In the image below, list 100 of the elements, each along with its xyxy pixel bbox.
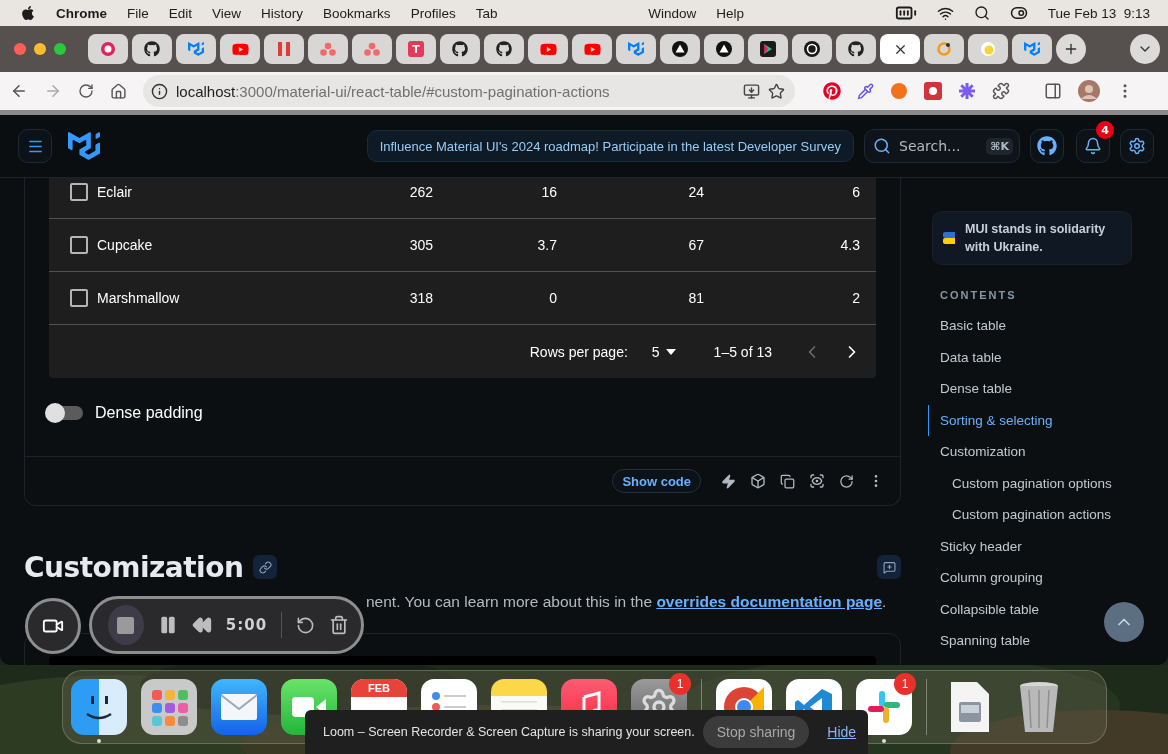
extension-icon[interactable] [924, 82, 942, 100]
hide-link[interactable]: Hide [827, 724, 857, 740]
dense-padding-switch[interactable] [47, 406, 83, 420]
star-icon[interactable] [768, 82, 785, 100]
control-center-icon[interactable] [1009, 4, 1028, 22]
browser-tab[interactable] [836, 34, 876, 64]
table-cell-text: 81 [687, 290, 704, 306]
menu-item[interactable]: View [212, 5, 242, 21]
browser-tab[interactable] [704, 34, 744, 64]
back-icon[interactable] [10, 82, 28, 100]
github-button[interactable] [1030, 129, 1064, 163]
menu-item[interactable]: History [261, 5, 304, 21]
logo-icon [628, 41, 644, 57]
menu-item[interactable]: Window [648, 5, 697, 21]
anchor-link-button[interactable] [253, 555, 278, 579]
reset-icon[interactable] [839, 473, 854, 489]
browser-tab[interactable] [792, 34, 832, 64]
show-code-button[interactable]: Show code [612, 469, 701, 493]
table-cell-text: 305 [408, 237, 433, 253]
minimize-window-button[interactable] [34, 43, 46, 55]
contents-link[interactable]: Spanning table [928, 625, 1168, 657]
logo-icon [188, 41, 204, 57]
restart-button[interactable] [296, 615, 315, 635]
cube-icon[interactable] [750, 473, 766, 489]
browser-tab[interactable] [748, 34, 788, 64]
contents-link[interactable]: Dense table [928, 373, 1168, 405]
copy-icon[interactable] [780, 473, 795, 489]
contents-link[interactable]: Sorting & selecting [928, 404, 1168, 436]
table-cell-text: 3.7 [536, 237, 557, 253]
focus-icon[interactable] [809, 473, 825, 489]
running-dot [97, 739, 101, 743]
side-panel-icon[interactable] [1044, 82, 1062, 100]
contents-link[interactable]: Collapsible table [928, 593, 1168, 625]
feedback-button[interactable] [877, 555, 901, 579]
delete-button[interactable] [329, 615, 349, 635]
clock[interactable]: Tue Feb 13 9:13 [1047, 5, 1150, 21]
tab-list-button[interactable] [1130, 34, 1160, 64]
new-tab-button[interactable] [1056, 34, 1086, 64]
menu-item[interactable]: Chrome [56, 5, 107, 21]
notification-badge: 4 [1096, 121, 1114, 139]
browser-tab[interactable] [132, 34, 172, 64]
contents-link[interactable]: Customization [928, 436, 1168, 468]
row-checkbox[interactable] [70, 236, 88, 254]
browser-tab[interactable] [968, 34, 1008, 64]
rows-per-page-select[interactable]: 5 [651, 343, 676, 360]
reload-icon[interactable] [78, 83, 94, 99]
contents-link[interactable]: Sticky header [928, 530, 1168, 562]
restart-icon [296, 615, 315, 635]
browser-tab[interactable] [440, 34, 480, 64]
comment-icon [882, 560, 896, 574]
extensions-icon[interactable] [992, 82, 1010, 100]
settings-button[interactable] [1120, 129, 1154, 163]
menu-item[interactable]: Bookmarks [323, 5, 391, 21]
address-field[interactable]: localhost:3000/material-ui/react-table/#custom-pagination-actions [143, 75, 795, 107]
avatar-icon[interactable] [1078, 80, 1100, 102]
dropper-icon[interactable] [857, 82, 874, 100]
camera-button[interactable] [25, 598, 81, 654]
rewind-icon [191, 615, 212, 635]
install-icon[interactable] [743, 82, 760, 100]
menu-item[interactable]: Edit [168, 5, 193, 21]
extension-icon[interactable] [890, 82, 908, 100]
contents-link[interactable]: Basic table [928, 310, 1168, 342]
browser-tab[interactable]: T [396, 34, 436, 64]
bolt-icon[interactable] [721, 473, 736, 489]
zoom-window-button[interactable] [54, 43, 66, 55]
contents-link[interactable]: Data table [928, 341, 1168, 373]
mail-icon[interactable] [211, 679, 267, 735]
menu-item[interactable]: File [127, 5, 149, 21]
recording-time: 5:00 [225, 616, 268, 634]
contents-link[interactable]: Custom pagination options [928, 467, 1168, 499]
search-field[interactable]: Search... ⌘K [864, 129, 1020, 163]
apple-icon[interactable] [20, 5, 36, 21]
stop-sharing-button[interactable]: Stop sharing [702, 716, 810, 748]
github-icon [848, 41, 864, 57]
table-cell-text: Marshmallow [97, 290, 181, 306]
menu-button[interactable] [18, 129, 52, 163]
row-checkbox[interactable] [70, 183, 88, 201]
browser-tab[interactable] [880, 34, 920, 64]
survey-banner[interactable]: Influence Material UI's 2024 roadmap! Participate in the latest Developer Survey [366, 130, 854, 162]
search-icon[interactable] [973, 5, 990, 21]
close-window-button[interactable] [14, 43, 26, 55]
pinterest-icon[interactable] [823, 82, 841, 100]
launchpad-icon[interactable] [141, 679, 197, 735]
browser-tab[interactable] [88, 34, 128, 64]
info-icon[interactable] [151, 82, 168, 100]
menu-item[interactable]: Help [716, 5, 744, 21]
finder-icon[interactable] [71, 679, 127, 735]
docs-link[interactable]: overrides documentation page [656, 593, 883, 610]
stop-button[interactable] [108, 605, 144, 645]
scroll-to-top-button[interactable] [1104, 602, 1144, 642]
contents-link[interactable]: Column grouping [928, 562, 1168, 594]
asterisk-icon[interactable] [958, 82, 976, 100]
browser-tab[interactable] [484, 34, 524, 64]
row-checkbox[interactable] [70, 289, 88, 307]
rewind-button[interactable] [191, 615, 212, 635]
menu-item[interactable]: Profiles [410, 5, 456, 21]
home-icon[interactable] [110, 82, 127, 100]
contents-link[interactable]: Custom pagination actions [928, 499, 1168, 531]
menu-item[interactable]: Tab [475, 5, 498, 21]
browser-tab[interactable] [660, 34, 700, 64]
